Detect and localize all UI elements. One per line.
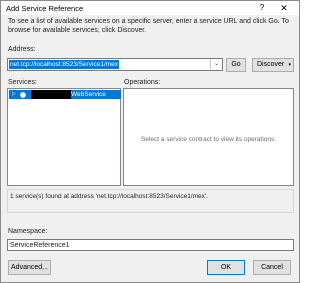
namespace-input[interactable]: ServiceReference1 [7,239,294,251]
services-tree[interactable]: ▷ WebService [7,88,121,186]
services-label: Services: [8,79,37,86]
address-input-value[interactable]: net.tcp://localhost:8523/Service1/mex [9,60,120,69]
service-globe-icon [20,91,26,98]
operations-label: Operations: [124,79,161,86]
operations-list[interactable]: Select a service contract to view its op… [123,88,294,186]
chevron-down-icon[interactable]: ⌄ [210,59,222,70]
status-text: 1 service(s) found at address 'net.tcp:/… [10,193,208,200]
discover-button-label: Discover [257,61,285,68]
title-bar: Add Service Reference ? ✕ [1,1,299,15]
instructions-text: To see a list of available services on a… [8,18,289,34]
discover-button[interactable]: Discover ▾ [252,58,294,72]
operations-hint: Select a service contract to view its op… [140,136,277,143]
advanced-button[interactable]: Advanced... [8,260,51,275]
address-combobox[interactable]: net.tcp://localhost:8523/Service1/mex ⌄ [7,58,223,71]
help-button[interactable]: ? [255,3,269,13]
namespace-input-value[interactable]: ServiceReference1 [10,241,70,250]
ok-button[interactable]: OK [207,260,245,275]
status-message-box: 1 service(s) found at address 'net.tcp:/… [7,189,294,213]
window-title: Add Service Reference [6,4,84,13]
close-button[interactable]: ✕ [277,3,291,13]
expand-arrow-icon[interactable]: ▷ [12,90,16,99]
add-service-reference-dialog: Add Service Reference ? ✕ To see a list … [0,0,300,283]
redacted-text [31,90,71,99]
namespace-label: Namespace: [8,228,48,235]
address-label: Address: [8,46,36,53]
dropdown-arrow-icon: ▾ [288,62,291,68]
tree-item-webservice[interactable]: ▷ WebService [9,90,121,99]
tree-item-label: WebService [71,91,106,98]
cancel-button[interactable]: Cancel [253,260,291,275]
go-button[interactable]: Go [226,58,246,72]
